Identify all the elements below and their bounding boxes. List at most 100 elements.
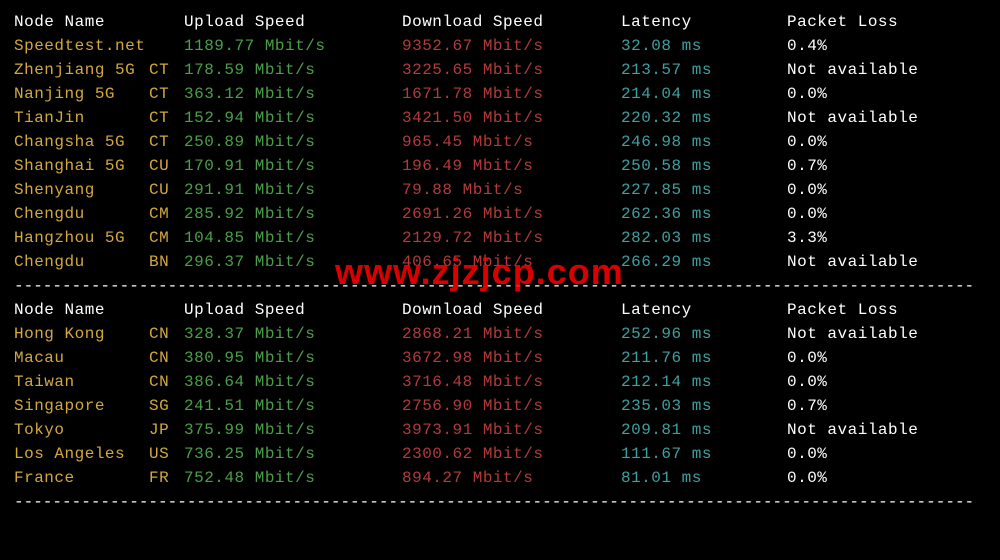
node-name: Taiwan (14, 370, 149, 394)
packet-loss: 0.0% (787, 82, 986, 106)
upload-speed: 296.37 Mbit/s (184, 250, 402, 274)
latency-value: 211.76 ms (621, 346, 787, 370)
latency-value: 266.29 ms (621, 250, 787, 274)
node-cell: SingaporeSG (14, 394, 184, 418)
divider-1: ----------------------------------------… (14, 274, 986, 298)
upload-speed: 170.91 Mbit/s (184, 154, 402, 178)
node-cell: Shanghai 5GCU (14, 154, 184, 178)
table-row: ShenyangCU291.91 Mbit/s79.88 Mbit/s227.8… (14, 178, 986, 202)
packet-loss: Not available (787, 250, 986, 274)
node-cell: Los AngelesUS (14, 442, 184, 466)
upload-speed: 1189.77 Mbit/s (184, 34, 402, 58)
latency-value: 252.96 ms (621, 322, 787, 346)
upload-speed: 250.89 Mbit/s (184, 130, 402, 154)
node-cell: ShenyangCU (14, 178, 184, 202)
packet-loss: 0.0% (787, 370, 986, 394)
download-speed: 2691.26 Mbit/s (402, 202, 621, 226)
download-speed: 2300.62 Mbit/s (402, 442, 621, 466)
packet-loss: 0.0% (787, 346, 986, 370)
carrier-code: CT (149, 130, 184, 154)
download-speed: 2868.21 Mbit/s (402, 322, 621, 346)
download-speed: 406.65 Mbit/s (402, 250, 621, 274)
node-cell: FranceFR (14, 466, 184, 490)
packet-loss: 0.7% (787, 154, 986, 178)
table-row: Speedtest.net1189.77 Mbit/s9352.67 Mbit/… (14, 34, 986, 58)
carrier-code: CU (149, 178, 184, 202)
node-cell: Hong KongCN (14, 322, 184, 346)
carrier-code: CU (149, 154, 184, 178)
upload-speed: 291.91 Mbit/s (184, 178, 402, 202)
header-upload: Upload Speed (184, 298, 402, 322)
download-speed: 3421.50 Mbit/s (402, 106, 621, 130)
table-row: Hong KongCN328.37 Mbit/s2868.21 Mbit/s25… (14, 322, 986, 346)
carrier-code: BN (149, 250, 184, 274)
upload-speed: 328.37 Mbit/s (184, 322, 402, 346)
header-node: Node Name (14, 10, 184, 34)
node-cell: TaiwanCN (14, 370, 184, 394)
packet-loss: Not available (787, 418, 986, 442)
download-speed: 3225.65 Mbit/s (402, 58, 621, 82)
upload-speed: 104.85 Mbit/s (184, 226, 402, 250)
node-cell: Hangzhou 5GCM (14, 226, 184, 250)
table-row: SingaporeSG241.51 Mbit/s2756.90 Mbit/s23… (14, 394, 986, 418)
node-name: Chengdu (14, 250, 149, 274)
node-name: Hong Kong (14, 322, 149, 346)
table-row: ChengduBN296.37 Mbit/s406.65 Mbit/s266.2… (14, 250, 986, 274)
carrier-code: SG (149, 394, 184, 418)
download-speed: 2756.90 Mbit/s (402, 394, 621, 418)
packet-loss: 0.0% (787, 466, 986, 490)
table-row: Changsha 5GCT250.89 Mbit/s965.45 Mbit/s2… (14, 130, 986, 154)
latency-value: 209.81 ms (621, 418, 787, 442)
download-speed: 3716.48 Mbit/s (402, 370, 621, 394)
node-name: Changsha 5G (14, 130, 149, 154)
carrier-code: CT (149, 106, 184, 130)
carrier-code: CM (149, 202, 184, 226)
packet-loss: 0.0% (787, 202, 986, 226)
download-speed: 1671.78 Mbit/s (402, 82, 621, 106)
node-name: Hangzhou 5G (14, 226, 149, 250)
table-row: Los AngelesUS736.25 Mbit/s2300.62 Mbit/s… (14, 442, 986, 466)
carrier-code: CT (149, 58, 184, 82)
carrier-code: CN (149, 346, 184, 370)
latency-value: 282.03 ms (621, 226, 787, 250)
packet-loss: 0.4% (787, 34, 986, 58)
latency-value: 212.14 ms (621, 370, 787, 394)
packet-loss: 0.0% (787, 178, 986, 202)
international-nodes-section: Hong KongCN328.37 Mbit/s2868.21 Mbit/s25… (14, 322, 986, 490)
upload-speed: 152.94 Mbit/s (184, 106, 402, 130)
node-name: Chengdu (14, 202, 149, 226)
carrier-code: US (149, 442, 184, 466)
latency-value: 220.32 ms (621, 106, 787, 130)
latency-value: 81.01 ms (621, 466, 787, 490)
table-row: TokyoJP375.99 Mbit/s3973.91 Mbit/s209.81… (14, 418, 986, 442)
table-row: TaiwanCN386.64 Mbit/s3716.48 Mbit/s212.1… (14, 370, 986, 394)
carrier-code (149, 34, 184, 58)
table-row: Shanghai 5GCU170.91 Mbit/s196.49 Mbit/s2… (14, 154, 986, 178)
packet-loss: 0.0% (787, 442, 986, 466)
latency-value: 32.08 ms (621, 34, 787, 58)
table-header-1: Node Name Upload Speed Download Speed La… (14, 10, 986, 34)
header-download: Download Speed (402, 10, 621, 34)
header-node: Node Name (14, 298, 184, 322)
node-name: Singapore (14, 394, 149, 418)
node-cell: MacauCN (14, 346, 184, 370)
download-speed: 196.49 Mbit/s (402, 154, 621, 178)
node-name: Zhenjiang 5G (14, 58, 149, 82)
header-latency: Latency (621, 10, 787, 34)
table-row: ChengduCM285.92 Mbit/s2691.26 Mbit/s262.… (14, 202, 986, 226)
packet-loss: 3.3% (787, 226, 986, 250)
table-row: TianJinCT152.94 Mbit/s3421.50 Mbit/s220.… (14, 106, 986, 130)
header-loss: Packet Loss (787, 10, 986, 34)
node-name: Speedtest.net (14, 34, 149, 58)
divider-2: ----------------------------------------… (14, 490, 986, 514)
node-cell: TokyoJP (14, 418, 184, 442)
node-cell: Changsha 5GCT (14, 130, 184, 154)
header-latency: Latency (621, 298, 787, 322)
node-cell: ChengduBN (14, 250, 184, 274)
header-download: Download Speed (402, 298, 621, 322)
packet-loss: 0.7% (787, 394, 986, 418)
node-name: Shenyang (14, 178, 149, 202)
upload-speed: 375.99 Mbit/s (184, 418, 402, 442)
latency-value: 111.67 ms (621, 442, 787, 466)
download-speed: 965.45 Mbit/s (402, 130, 621, 154)
